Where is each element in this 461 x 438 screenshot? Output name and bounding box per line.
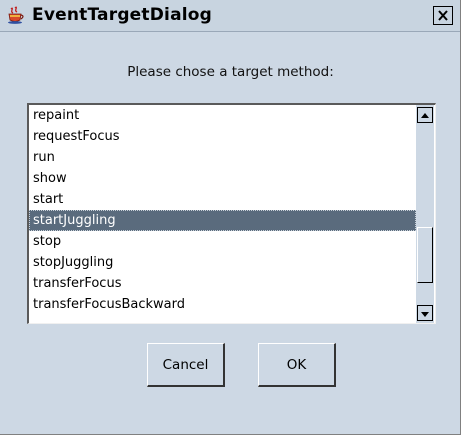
prompt-label: Please chose a target method:: [127, 64, 334, 80]
close-icon: [438, 10, 448, 21]
scroll-up-button[interactable]: [417, 107, 433, 123]
vertical-scrollbar[interactable]: [416, 105, 434, 323]
list-item[interactable]: repaint: [29, 105, 416, 126]
list-item[interactable]: requestFocus: [29, 126, 416, 147]
method-list-items: repaint requestFocus run show start startJugg…: [29, 105, 416, 323]
list-item[interactable]: startJuggling: [29, 210, 416, 231]
list-item[interactable]: run: [29, 147, 416, 168]
list-item[interactable]: show: [29, 168, 416, 189]
ok-button[interactable]: OK: [258, 343, 336, 387]
java-coffee-cup-icon: [7, 6, 26, 25]
arrow-up-icon: [421, 113, 429, 118]
scroll-down-button[interactable]: [417, 305, 433, 321]
list-item[interactable]: stop: [29, 231, 416, 252]
window-title: EventTargetDialog: [32, 5, 213, 25]
cancel-button[interactable]: Cancel: [147, 343, 225, 387]
list-item[interactable]: transferFocus: [29, 273, 416, 294]
list-item[interactable]: start: [29, 189, 416, 210]
scroll-thumb[interactable]: [417, 227, 433, 283]
list-item[interactable]: transferFocusBackward: [29, 294, 416, 315]
list-item[interactable]: stopJuggling: [29, 252, 416, 273]
method-list[interactable]: repaint requestFocus run show start startJugg…: [27, 103, 436, 324]
event-target-dialog: EventTargetDialog Please chose a target …: [0, 0, 461, 435]
title-bar[interactable]: EventTargetDialog: [0, 0, 460, 32]
arrow-down-icon: [421, 312, 429, 317]
close-button[interactable]: [433, 6, 453, 25]
